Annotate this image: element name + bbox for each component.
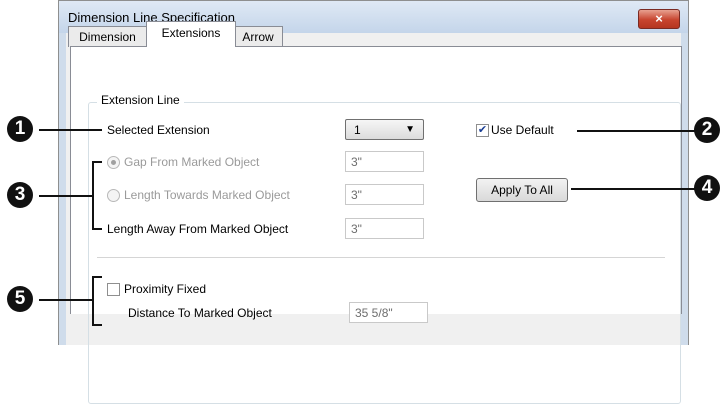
callout-2-number: 2	[701, 119, 713, 140]
tab-panel	[70, 46, 682, 404]
length-towards-marked-object-value: 3"	[351, 188, 362, 202]
selected-extension-label: Selected Extension	[107, 123, 210, 137]
gap-from-marked-object-field[interactable]: 3"	[345, 151, 424, 172]
callout-5-bracket-top	[92, 276, 102, 278]
gap-from-marked-object-value: 3"	[351, 155, 362, 169]
use-default-label: Use Default	[491, 123, 554, 137]
callout-3-leader	[39, 195, 93, 197]
tab-arrow-label: Arrow	[242, 30, 274, 44]
length-away-from-marked-object-field[interactable]: 3"	[345, 218, 424, 239]
check-icon: ✔	[477, 124, 488, 136]
callout-3-bracket-top	[92, 161, 102, 163]
tab-arrow[interactable]: Arrow	[233, 26, 283, 47]
gap-from-marked-object-radio[interactable]	[107, 156, 120, 169]
callout-3-bracket-bottom	[92, 228, 102, 230]
length-towards-marked-object-radio[interactable]	[107, 189, 120, 202]
apply-to-all-button[interactable]: Apply To All	[476, 178, 568, 202]
callout-1-leader	[39, 129, 102, 131]
length-away-from-marked-object-value: 3"	[351, 222, 362, 236]
callout-5-leader	[39, 299, 93, 301]
tab-dimension-label: Dimension	[79, 30, 136, 44]
callout-4-leader	[571, 188, 695, 190]
proximity-fixed-checkbox[interactable]	[107, 283, 120, 296]
callout-1-number: 1	[14, 118, 26, 139]
length-towards-marked-object-field[interactable]: 3"	[345, 184, 424, 205]
tab-extensions[interactable]: Extensions	[146, 21, 236, 47]
callout-5-bracket-bottom	[92, 324, 102, 326]
tab-extensions-label: Extensions	[161, 26, 221, 40]
length-away-from-marked-object-label: Length Away From Marked Object	[107, 222, 289, 236]
tab-dimension[interactable]: Dimension	[68, 26, 147, 47]
use-default-checkbox[interactable]: ✔	[476, 124, 489, 137]
callout-5-number: 5	[14, 288, 26, 309]
callout-5-marker: 5	[7, 286, 33, 312]
extension-line-group-title: Extension Line	[97, 93, 184, 107]
callout-4-number: 4	[701, 177, 713, 198]
callout-2-marker: 2	[694, 117, 720, 143]
callout-4-marker: 4	[694, 175, 720, 201]
selected-extension-select[interactable]: 1 ▼	[345, 119, 424, 140]
proximity-fixed-label: Proximity Fixed	[124, 282, 207, 296]
callout-3-marker: 3	[7, 182, 33, 208]
callout-3-number: 3	[14, 184, 26, 205]
separator	[97, 257, 665, 258]
extension-line-group	[88, 102, 681, 404]
close-icon: ×	[655, 11, 663, 26]
distance-to-marked-object-field[interactable]: 35 5/8"	[349, 302, 428, 323]
callout-5-bracket	[92, 276, 94, 326]
distance-to-marked-object-value: 35 5/8"	[355, 306, 393, 320]
distance-to-marked-object-label: Distance To Marked Object	[128, 306, 272, 320]
length-towards-marked-object-label: Length Towards Marked Object	[124, 188, 290, 202]
callout-1-marker: 1	[7, 116, 33, 142]
apply-to-all-label: Apply To All	[491, 183, 553, 197]
chevron-down-icon: ▼	[405, 124, 415, 135]
callout-2-leader	[577, 130, 695, 132]
close-button[interactable]: ×	[638, 9, 680, 29]
gap-from-marked-object-label: Gap From Marked Object	[124, 155, 260, 169]
radio-dot-icon	[111, 160, 116, 165]
selected-extension-value: 1	[354, 123, 361, 137]
